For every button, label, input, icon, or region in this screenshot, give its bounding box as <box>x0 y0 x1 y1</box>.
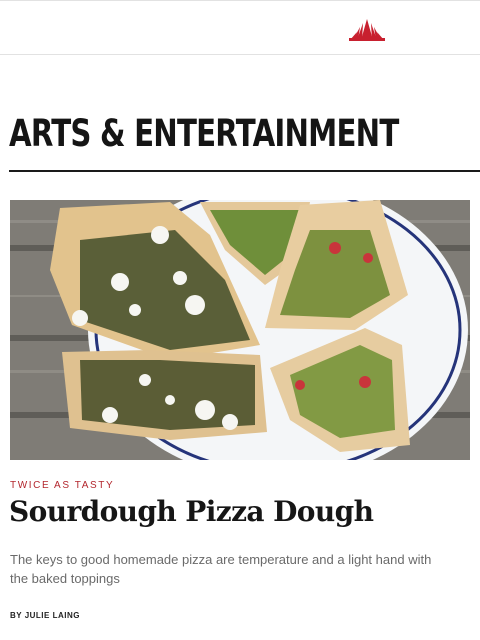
article-byline[interactable]: BY JULIE LAING <box>10 611 80 620</box>
article-headline[interactable]: Sourdough Pizza Dough <box>9 495 374 528</box>
article-kicker[interactable]: TWICE AS TASTY <box>10 480 114 491</box>
article-hero-image[interactable] <box>10 200 470 460</box>
section-title: ARTS & ENTERTAINMENT <box>9 112 399 155</box>
article-dek: The keys to good homemade pizza are temp… <box>10 552 432 586</box>
section-divider <box>9 170 480 172</box>
site-header <box>0 0 480 55</box>
sunburst-logo-icon[interactable] <box>348 19 386 41</box>
